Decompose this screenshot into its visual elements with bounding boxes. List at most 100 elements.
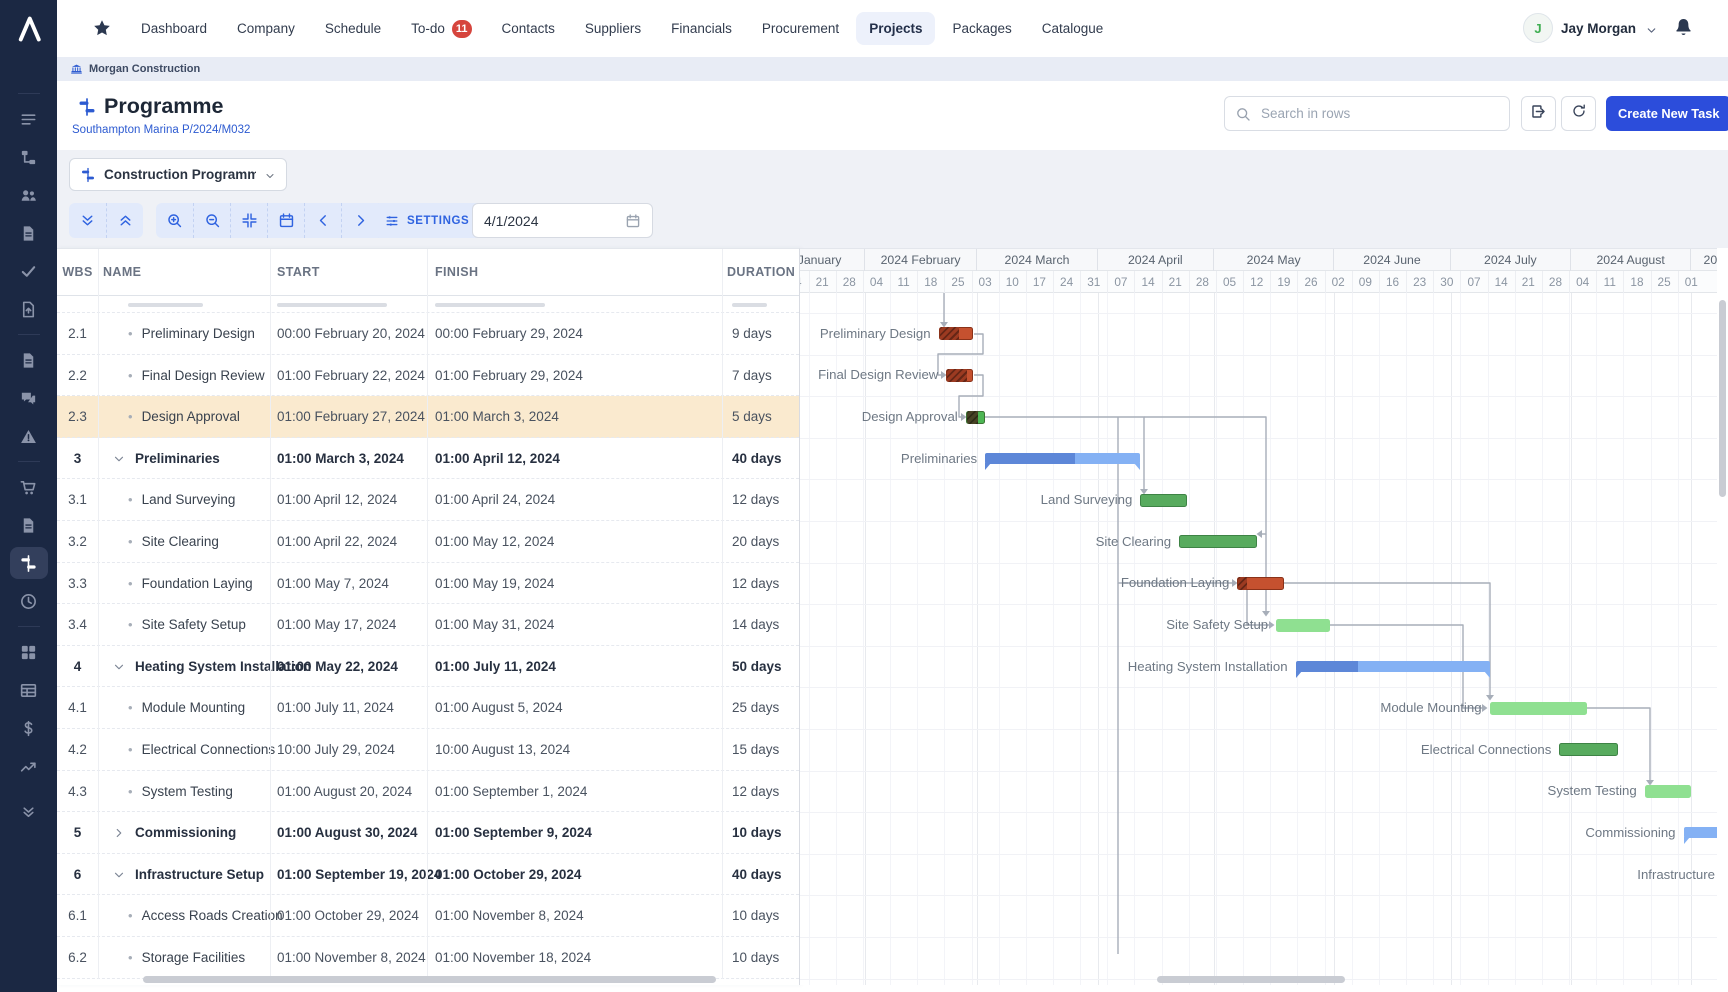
gantt-icon [80,167,96,183]
table-row[interactable]: 2.3 • Design Approval 01:00 February 27, 20… [57,396,799,438]
table-row[interactable]: 4 Heating System Installation 01:00 May 22… [57,646,799,688]
gantt-bar-site-safety-setup[interactable] [1276,618,1331,632]
gantt-bar-preliminary-design[interactable] [938,327,974,341]
table-row[interactable]: 3.1 • Land Surveying 01:00 April 12, 2024 01… [57,479,799,521]
task-name: Infrastructure Setup [135,866,265,882]
gantt-bar-electrical-connections[interactable] [1559,743,1618,757]
toolbar-compress-button[interactable] [230,203,267,238]
avatar[interactable]: J [1523,13,1553,43]
gantt-bar-design-approval[interactable] [965,410,986,424]
gantt-bar-land-surveying[interactable] [1140,493,1187,507]
search-box[interactable] [1224,96,1510,131]
table-row[interactable]: 3 Preliminaries 01:00 March 3, 2024 01:00 A… [57,438,799,480]
finish-cell: 01:00 September 1, 2024 [435,783,588,799]
table-row[interactable]: 4.1 • Module Mounting 01:00 July 11, 2024 01… [57,687,799,729]
table-row[interactable]: 3.3 • Foundation Laying 01:00 May 7, 2024 01… [57,563,799,605]
sidebar-item-table[interactable] [10,674,48,706]
table-row-partial [57,296,799,313]
table-row[interactable]: 6.1 • Access Roads Creation 01:00 October 2… [57,895,799,937]
sidebar-item-hierarchy[interactable] [10,141,48,173]
nav-item-company[interactable]: Company [224,12,308,45]
programme-selector[interactable]: Construction Programme [69,158,287,191]
sidebar-item-list[interactable] [10,103,48,135]
wbs-cell: 6 [73,866,82,882]
create-new-task-button[interactable]: Create New Task [1606,96,1728,131]
sidebar-item-document[interactable] [10,217,48,249]
wbs-cell: 4.1 [68,700,87,716]
table-row[interactable]: 3.4 • Site Safety Setup 01:00 May 17, 2024 0… [57,604,799,646]
toolbar-calendar-button[interactable] [267,203,304,238]
collapse-chevron-icon[interactable] [112,868,126,882]
table-row[interactable]: 2.2 • Final Design Review 01:00 February 22… [57,355,799,397]
bullet-icon: • [128,783,133,799]
sidebar-item-document[interactable] [10,509,48,541]
start-cell: 01:00 February 27, 2024 [277,409,425,425]
collapse-chevron-icon[interactable] [112,660,126,674]
gantt-bar-site-clearing[interactable] [1179,535,1257,549]
sidebar-item-document[interactable] [10,344,48,376]
nav-item-catalogue[interactable]: Catalogue [1029,12,1117,45]
gantt-bar-label: Land Surveying [1040,492,1133,508]
table-row[interactable]: 6 Infrastructure Setup 01:00 September 19,… [57,854,799,896]
gantt-bar-final-design-review[interactable] [946,368,974,382]
tick-separator [971,271,973,293]
gantt-bar-commissioning[interactable] [1683,827,1717,844]
sidebar-item-clock[interactable] [10,585,48,617]
gantt-month: 2024 July [1451,249,1571,271]
sidebar-item-warning[interactable] [10,420,48,452]
sidebar-item-dollar[interactable] [10,712,48,744]
nav-item-dashboard[interactable]: Dashboard [128,12,220,45]
date-input[interactable]: 4/1/2024 [472,203,653,238]
sidebar-item-users[interactable] [10,179,48,211]
toolbar-zoom-in-button[interactable] [156,203,193,238]
toolbar-zoom-out-button[interactable] [193,203,230,238]
nav-item-procurement[interactable]: Procurement [749,12,852,45]
nav-item-projects[interactable]: Projects [856,12,936,45]
user-name[interactable]: Jay Morgan [1561,21,1636,36]
table-row[interactable]: 4.2 • Electrical Connections 10:00 July 29,… [57,729,799,771]
gantt-bar-module-mounting[interactable] [1489,701,1587,715]
gantt-bar-preliminaries[interactable] [985,452,1141,470]
table-row[interactable]: 3.2 • Site Clearing 01:00 April 22, 2024 01:… [57,521,799,563]
app-logo-icon[interactable] [0,0,57,57]
notifications-bell-icon[interactable] [1672,16,1695,39]
sidebar-item-trend[interactable] [10,750,48,782]
sidebar-item-file-upload[interactable] [10,293,48,325]
collapse-chevron-icon[interactable] [112,452,126,466]
export-button[interactable] [1521,96,1556,131]
gantt-bar-system-testing[interactable] [1644,784,1692,798]
column-border [98,249,99,979]
table-row[interactable]: 6.2 • Storage Facilities 01:00 November 8, … [57,937,799,979]
search-input[interactable] [1259,105,1499,122]
nav-item-schedule[interactable]: Schedule [312,12,394,45]
gantt-horizontal-scrollbar[interactable] [1157,976,1345,983]
refresh-button[interactable] [1561,96,1596,131]
favorites-star-icon[interactable] [92,18,112,38]
table-horizontal-scrollbar[interactable] [143,976,716,983]
user-menu-chevron-icon[interactable] [1645,24,1658,37]
nav-item-to-do[interactable]: To-do 11 [398,11,484,47]
sidebar-item-grid[interactable] [10,636,48,668]
sidebar-item-chevrons-down[interactable] [10,795,48,827]
vertical-scrollbar[interactable] [1719,300,1726,497]
gantt-bar-foundation-laying[interactable] [1237,576,1284,590]
gantt-bar-heating-system-installation[interactable] [1295,660,1490,678]
toolbar-chevron-left-button[interactable] [304,203,341,238]
nav-item-suppliers[interactable]: Suppliers [572,12,654,45]
project-link[interactable]: Southampton Marina P/2024/M032 [72,124,250,136]
toolbar-double-chevron-up-button[interactable] [106,203,143,238]
gantt-bar-label: Electrical Connections [1420,741,1552,757]
sidebar-item-gantt[interactable] [9,547,48,579]
sidebar-item-chat[interactable] [10,382,48,414]
sidebar-item-cart[interactable] [10,471,48,503]
table-row[interactable]: 2.1 • Preliminary Design 00:00 February 20,… [57,313,799,355]
nav-item-financials[interactable]: Financials [658,12,745,45]
expand-chevron-icon[interactable] [112,826,126,840]
nav-item-contacts[interactable]: Contacts [489,12,568,45]
breadcrumb[interactable]: Morgan Construction [57,57,1728,81]
nav-item-packages[interactable]: Packages [939,12,1024,45]
table-row[interactable]: 5 Commissioning 01:00 August 30, 2024 01:00… [57,812,799,854]
table-row[interactable]: 4.3 • System Testing 01:00 August 20, 2024 0… [57,771,799,813]
sidebar-item-check[interactable] [10,255,48,287]
toolbar-double-chevron-down-button[interactable] [69,203,106,238]
